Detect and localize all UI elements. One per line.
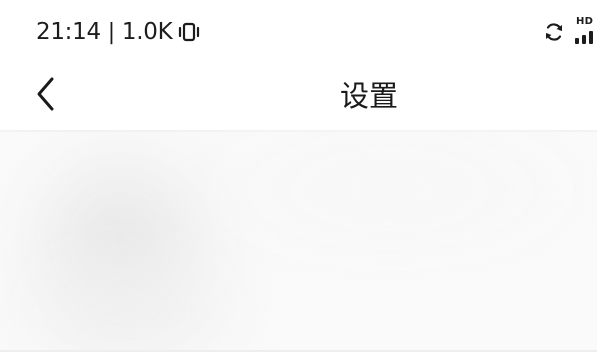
status-separator: | [107,19,115,45]
vibrate-icon [179,22,200,42]
settings-screen: 21:14 | 1.0K HD 设置 [0,0,597,360]
app-bar: 设置 [0,62,597,130]
page-title: 设置 [339,79,398,113]
network-speed: 1.0K [121,19,173,45]
settings-content [0,130,597,352]
signal-block: HD [573,16,597,46]
bottom-strip [0,352,597,360]
hd-label: HD [576,16,594,27]
sync-icon [546,23,562,41]
status-time: 21:14 [36,19,101,45]
status-right: HD [543,16,597,46]
signal-icon [575,31,593,44]
status-bar: 21:14 | 1.0K HD [0,0,597,62]
status-left: 21:14 | 1.0K [36,16,200,48]
blurred-placeholder [180,130,597,270]
